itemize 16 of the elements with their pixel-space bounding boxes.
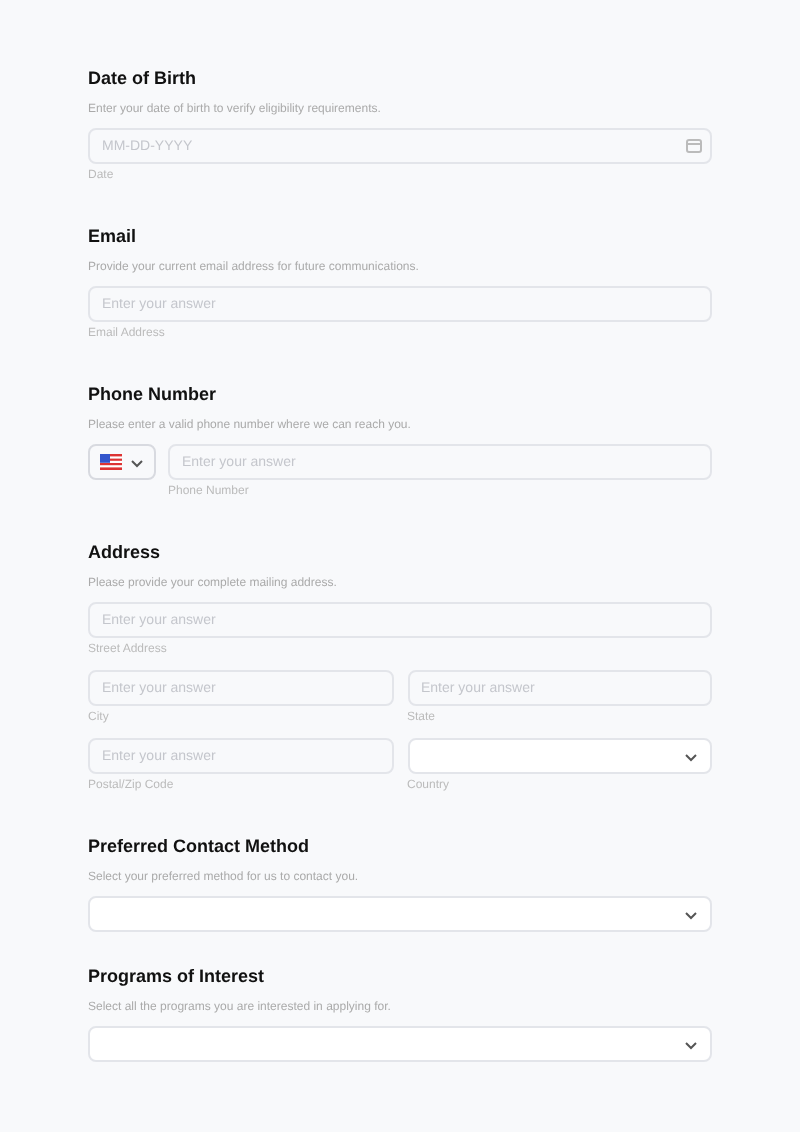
country-code-dropdown[interactable]: [88, 444, 156, 480]
question-title: Email: [88, 224, 139, 248]
caret-icon: [130, 457, 144, 467]
question-title: Preferred Contact Method: [88, 834, 312, 858]
dropdown[interactable]: [88, 1026, 712, 1062]
question-title: Address: [88, 540, 163, 564]
question-title: Phone Number: [88, 382, 219, 406]
flag-icon: [100, 454, 123, 470]
dropdown[interactable]: [407, 738, 712, 774]
calendar-icon: [686, 138, 702, 154]
caret-icon: [684, 1039, 698, 1049]
caret-icon: [684, 751, 698, 761]
dropdown[interactable]: [88, 896, 712, 932]
question-title: Date of Birth: [88, 66, 198, 90]
caret-icon: [684, 909, 698, 919]
question-title: Programs of Interest: [88, 964, 267, 988]
